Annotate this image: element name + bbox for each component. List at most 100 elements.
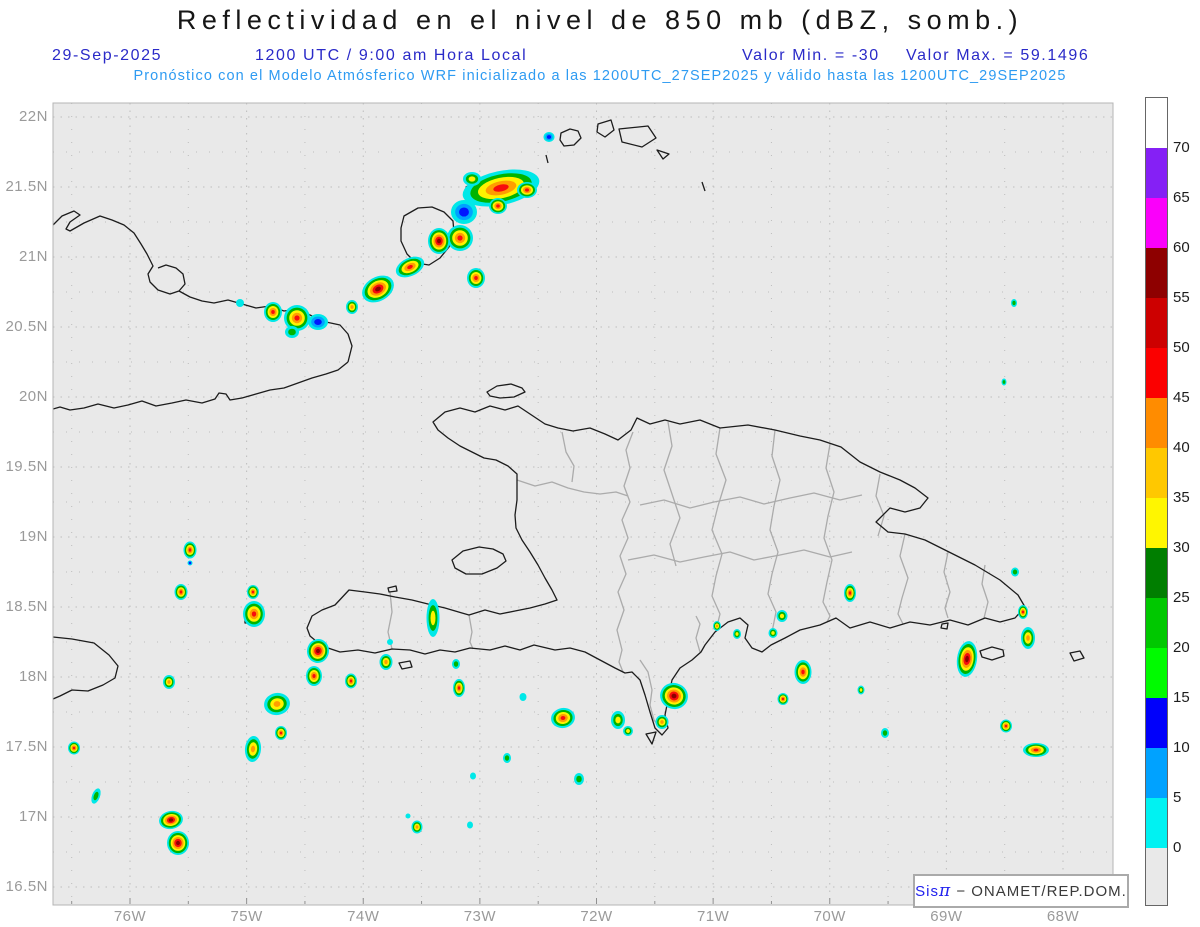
colorbar-tick-label: 60 [1173,239,1190,256]
lon-tick-label: 75W [230,908,263,925]
radar-cell [543,132,555,142]
dbz-colorbar [1145,97,1168,906]
radar-cell [183,541,197,559]
colorbar-tick-label: 45 [1173,389,1190,406]
colorbar-segment [1146,848,1167,905]
colorbar-segment [1146,448,1167,498]
lon-tick-label: 76W [113,908,147,925]
radar-cell [463,172,481,186]
colorbar-tick-label: 25 [1173,589,1190,606]
radar-cell [470,772,476,780]
colorbar-tick-label: 10 [1173,739,1190,756]
radar-cell [1021,627,1035,649]
radar-cell [1011,567,1019,577]
plot-background [53,103,1113,905]
lat-tick-label: 20N [18,388,48,405]
radar-cell [857,685,865,695]
radar-cell [1001,378,1007,386]
lon-tick-label: 71W [696,908,730,925]
radar-cell [163,675,175,689]
colorbar-segment [1146,698,1167,748]
radar-cell [655,715,669,729]
radar-cell [503,753,511,763]
lat-tick-label: 21N [18,248,48,265]
radar-cell [517,182,537,198]
onamet-label: − ONAMET/REP.DOM. [951,882,1127,900]
colorbar-segment [1146,498,1167,548]
lat-tick-label: 20.5N [5,318,48,335]
radar-cell [519,693,527,701]
colorbar-segment [1146,248,1167,298]
lat-tick-label: 17.5N [5,738,48,755]
colorbar-tick-label: 0 [1173,839,1182,856]
reflectivity-map-canvas [52,102,1114,906]
colorbar-tick-label: 15 [1173,689,1190,706]
colorbar-segment [1146,148,1167,198]
colorbar-tick-label: 35 [1173,489,1190,506]
radar-cell [243,601,265,627]
radar-cell [768,628,778,638]
lat-tick-label: 18N [18,668,48,685]
radar-cell [611,711,625,729]
radar-cell [308,314,328,330]
pi-symbol-icon: π [938,881,952,901]
colorbar-segment [1146,298,1167,348]
radar-cell [776,610,788,622]
radar-cell [451,200,477,224]
radar-cell [285,326,299,338]
radar-cell [1011,299,1017,307]
lat-tick-label: 18.5N [5,598,48,615]
lon-tick-label: 72W [580,908,613,925]
lat-tick-label: 19.5N [5,458,48,475]
lon-tick-label: 73W [463,908,497,925]
radar-cell [794,660,812,684]
radar-cell [379,654,393,670]
radar-cell [574,773,584,785]
radar-cell [428,228,450,254]
lon-tick-label: 69W [930,908,963,925]
colorbar-tick-label: 40 [1173,439,1190,456]
colorbar-segment [1146,398,1167,448]
colorbar-tick-label: 20 [1173,639,1190,656]
sispi-logo-text: Sis [915,882,939,900]
radar-cell [411,820,423,834]
radar-cell [275,726,287,740]
colorbar-segment [1146,748,1167,798]
radar-cell [1018,605,1028,619]
radar-cell [236,299,244,307]
colorbar-segment [1146,798,1167,848]
lat-tick-label: 21.5N [5,178,48,195]
radar-cell [453,679,465,697]
colorbar-segment [1146,348,1167,398]
radar-cell [467,268,485,288]
lat-tick-label: 22N [18,108,48,125]
radar-cell [387,639,393,645]
colorbar-segment [1146,548,1167,598]
colorbar-tick-label: 30 [1173,539,1190,556]
colorbar-segment [1146,648,1167,698]
radar-cell [264,302,282,322]
radar-cell [1023,743,1049,757]
radar-cell [447,225,473,251]
radar-cell [284,305,310,331]
lon-tick-label: 74W [347,908,380,925]
radar-cell [713,621,721,631]
radar-cell [426,599,440,637]
radar-cell [346,300,358,314]
colorbar-tick-label: 50 [1173,339,1190,356]
radar-cell [345,673,357,689]
radar-cell [68,741,80,755]
radar-cell [489,198,507,214]
colorbar-segment [1146,98,1167,148]
colorbar-tick-label: 70 [1173,139,1190,156]
colorbar-tick-label: 5 [1173,789,1182,806]
radar-cell [733,629,741,639]
radar-cell [467,821,473,829]
colorbar-tick-label: 65 [1173,189,1190,206]
lon-tick-label: 70W [813,908,846,925]
colorbar-segment [1146,198,1167,248]
radar-cell [247,585,259,599]
colorbar-segment [1146,598,1167,648]
radar-cell [452,659,460,669]
radar-cell [405,813,411,819]
